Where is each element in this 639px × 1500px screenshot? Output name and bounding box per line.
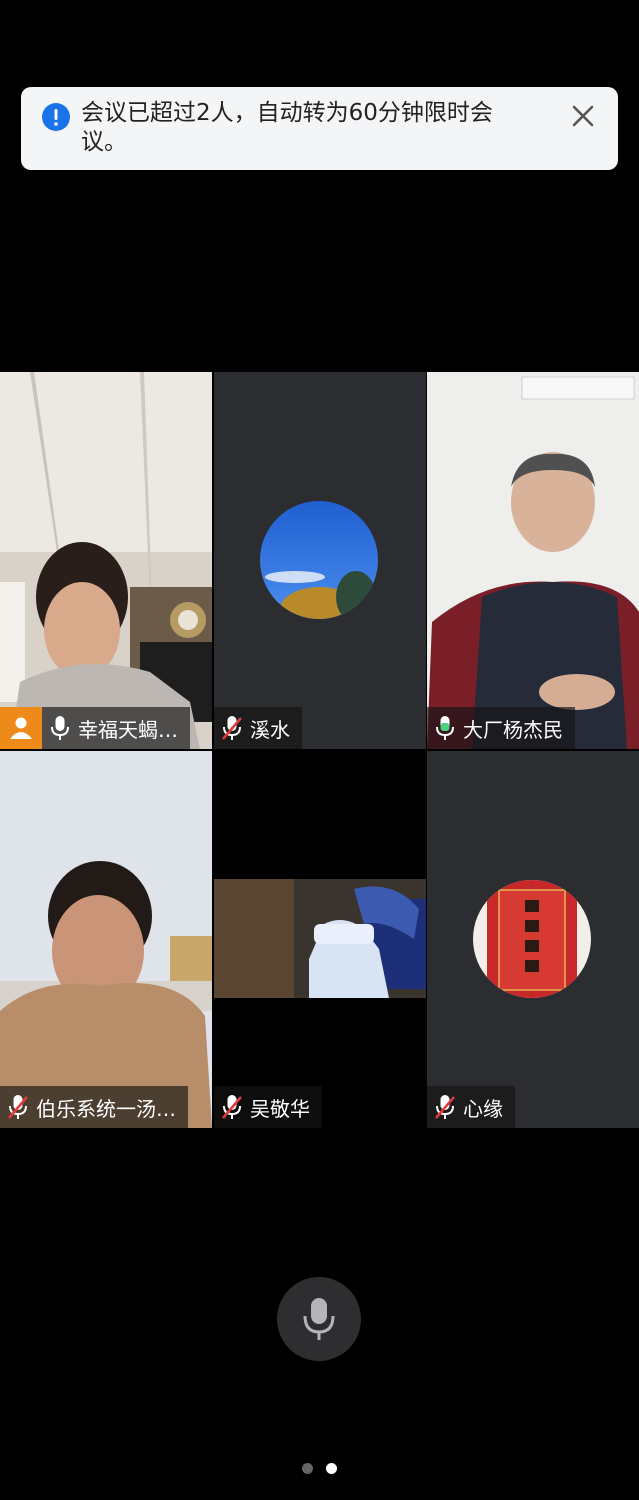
participant-tile-2[interactable]: 溪水 — [214, 372, 426, 749]
participant-tile-3[interactable]: 大厂杨杰民 — [427, 372, 639, 749]
participant-video — [214, 879, 426, 998]
participant-video — [427, 372, 639, 749]
notification-message: 会议已超过2人，自动转为60分钟限时会议。 — [81, 100, 493, 155]
microphone-button[interactable] — [277, 1277, 361, 1361]
participant-label: 吴敬华 — [214, 1086, 322, 1128]
participant-avatar — [260, 501, 378, 619]
info-icon — [42, 103, 70, 131]
participant-label: 心缘 — [427, 1086, 515, 1128]
participant-label: 伯乐系统一汤… — [0, 1086, 188, 1128]
participant-name: 吴敬华 — [250, 1096, 310, 1121]
participant-label: 幸福天蝎… — [0, 707, 190, 749]
microphone-speaking-icon — [427, 707, 463, 749]
page-indicator-dot-1[interactable] — [302, 1463, 313, 1474]
participant-name: 溪水 — [250, 717, 290, 742]
microphone-on-icon — [42, 707, 78, 749]
participant-label: 大厂杨杰民 — [427, 707, 575, 749]
participant-label: 溪水 — [214, 707, 302, 749]
participant-tile-4[interactable]: 伯乐系统一汤… — [0, 751, 212, 1128]
participant-video — [0, 372, 212, 749]
participant-name: 幸福天蝎… — [78, 717, 178, 742]
close-icon[interactable] — [568, 101, 598, 131]
participant-name: 大厂杨杰民 — [463, 717, 563, 742]
microphone-muted-icon — [214, 707, 250, 749]
host-icon — [0, 707, 42, 749]
microphone-muted-icon — [214, 1086, 250, 1128]
microphone-muted-icon — [0, 1086, 36, 1128]
participant-tile-5[interactable]: 吴敬华 — [214, 751, 426, 1128]
participant-name: 伯乐系统一汤… — [36, 1096, 176, 1121]
microphone-muted-icon — [427, 1086, 463, 1128]
participant-name: 心缘 — [463, 1096, 503, 1121]
microphone-icon — [303, 1298, 335, 1340]
page-indicator-dot-2[interactable] — [326, 1463, 337, 1474]
participant-tile-6[interactable]: 心缘 — [427, 751, 639, 1128]
participant-avatar — [473, 880, 591, 998]
participant-video — [0, 751, 212, 1128]
meeting-limit-notification: 会议已超过2人，自动转为60分钟限时会议。 — [21, 87, 618, 170]
participant-tile-1[interactable]: 幸福天蝎… — [0, 372, 212, 749]
